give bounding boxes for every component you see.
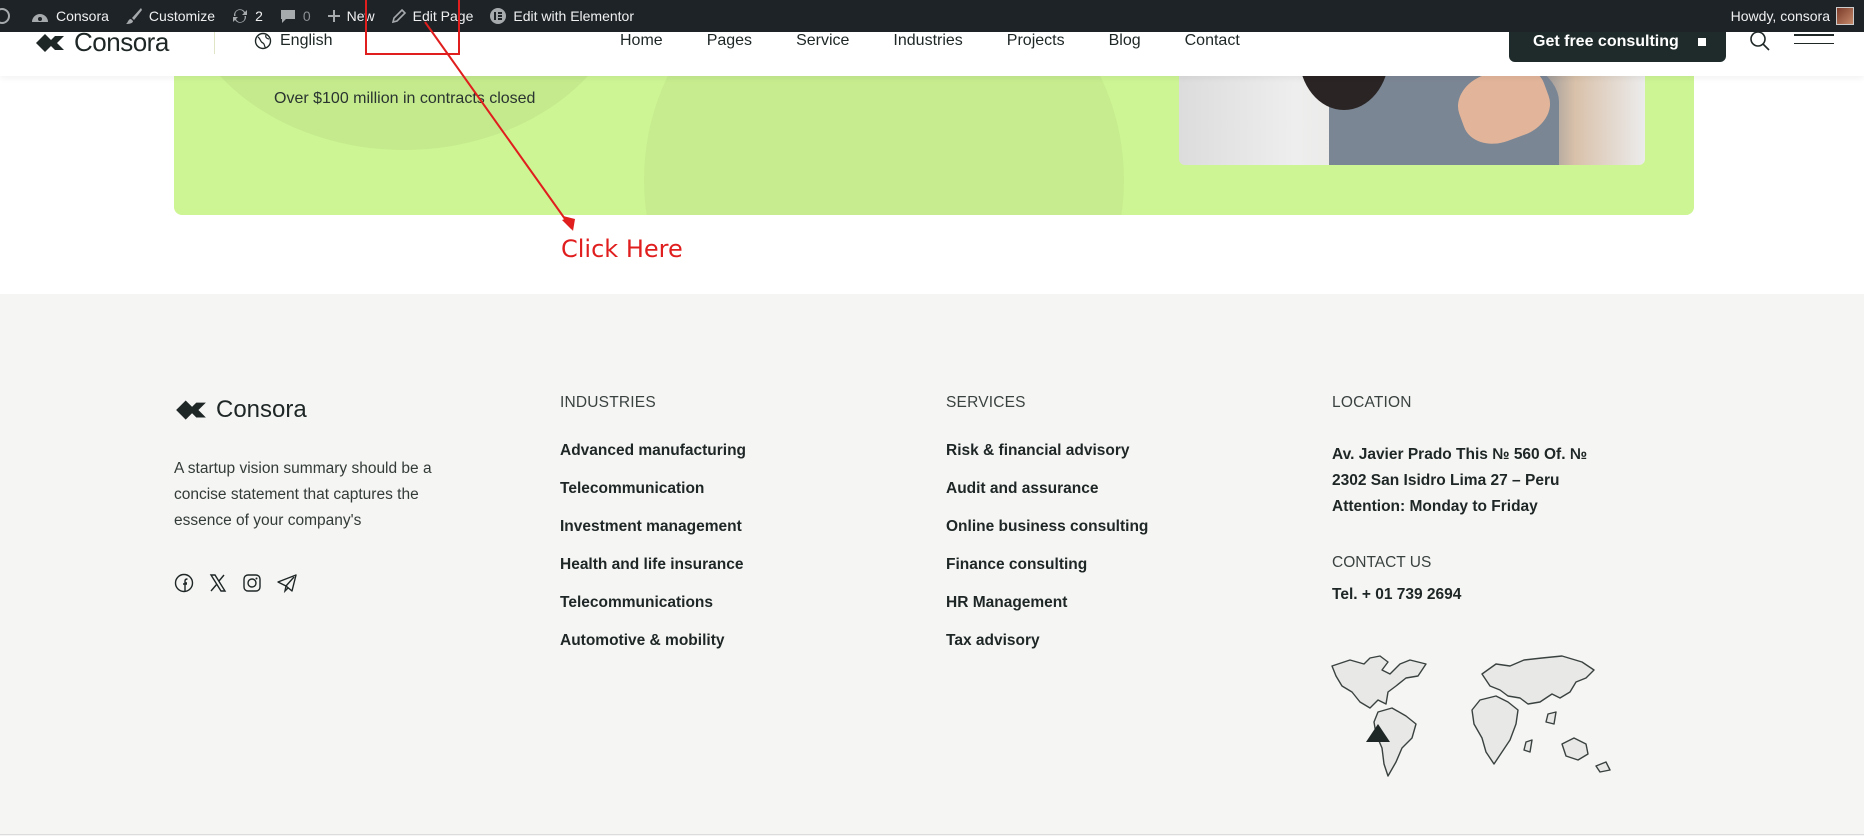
industry-link[interactable]: Automotive & mobility: [560, 632, 746, 670]
footer-bottom-divider: [0, 834, 1864, 835]
service-link[interactable]: Risk & financial advisory: [946, 442, 1148, 480]
address-line: 2302 San Isidro Lima 27 – Peru: [1332, 472, 1560, 489]
industry-link[interactable]: Health and life insurance: [560, 556, 746, 594]
industries-heading: INDUSTRIES: [560, 394, 656, 411]
consora-logo-icon: [176, 400, 206, 420]
phone-link[interactable]: Tel. + 01 739 2694: [1332, 586, 1587, 604]
service-link[interactable]: HR Management: [946, 594, 1148, 632]
location-heading: LOCATION: [1332, 394, 1412, 411]
instagram-icon[interactable]: [242, 573, 262, 598]
industry-link[interactable]: Telecommunication: [560, 480, 746, 518]
contact-heading: CONTACT US: [1332, 554, 1432, 571]
industry-link[interactable]: Telecommunications: [560, 594, 746, 632]
services-heading: SERVICES: [946, 394, 1026, 411]
facebook-icon[interactable]: [174, 573, 194, 598]
footer-description: A startup vision summary should be a con…: [174, 460, 432, 529]
footer-logo[interactable]: Consora: [174, 396, 307, 424]
industry-link[interactable]: Investment management: [560, 518, 746, 556]
service-link[interactable]: Tax advisory: [946, 632, 1148, 670]
hours-line: Attention: Monday to Friday: [1332, 498, 1538, 515]
address-line: Av. Javier Prado This № 560 Of. №: [1332, 446, 1588, 463]
service-link[interactable]: Online business consulting: [946, 518, 1148, 556]
footer-industries-column: INDUSTRIES Advanced manufacturing Teleco…: [560, 394, 746, 670]
footer-services-column: SERVICES Risk & financial advisory Audit…: [946, 394, 1148, 670]
site-footer: Consora A startup vision summary should …: [0, 294, 1864, 836]
annotation-arrow: [424, 21, 575, 231]
service-link[interactable]: Audit and assurance: [946, 480, 1148, 518]
x-icon[interactable]: [208, 573, 228, 598]
industry-link[interactable]: Advanced manufacturing: [560, 442, 746, 480]
social-links: [174, 573, 298, 598]
telegram-icon[interactable]: [276, 573, 298, 598]
service-link[interactable]: Finance consulting: [946, 556, 1148, 594]
footer-location-column: LOCATION Av. Javier Prado This № 560 Of.…: [1332, 394, 1587, 604]
world-map-icon: [1331, 655, 1611, 777]
